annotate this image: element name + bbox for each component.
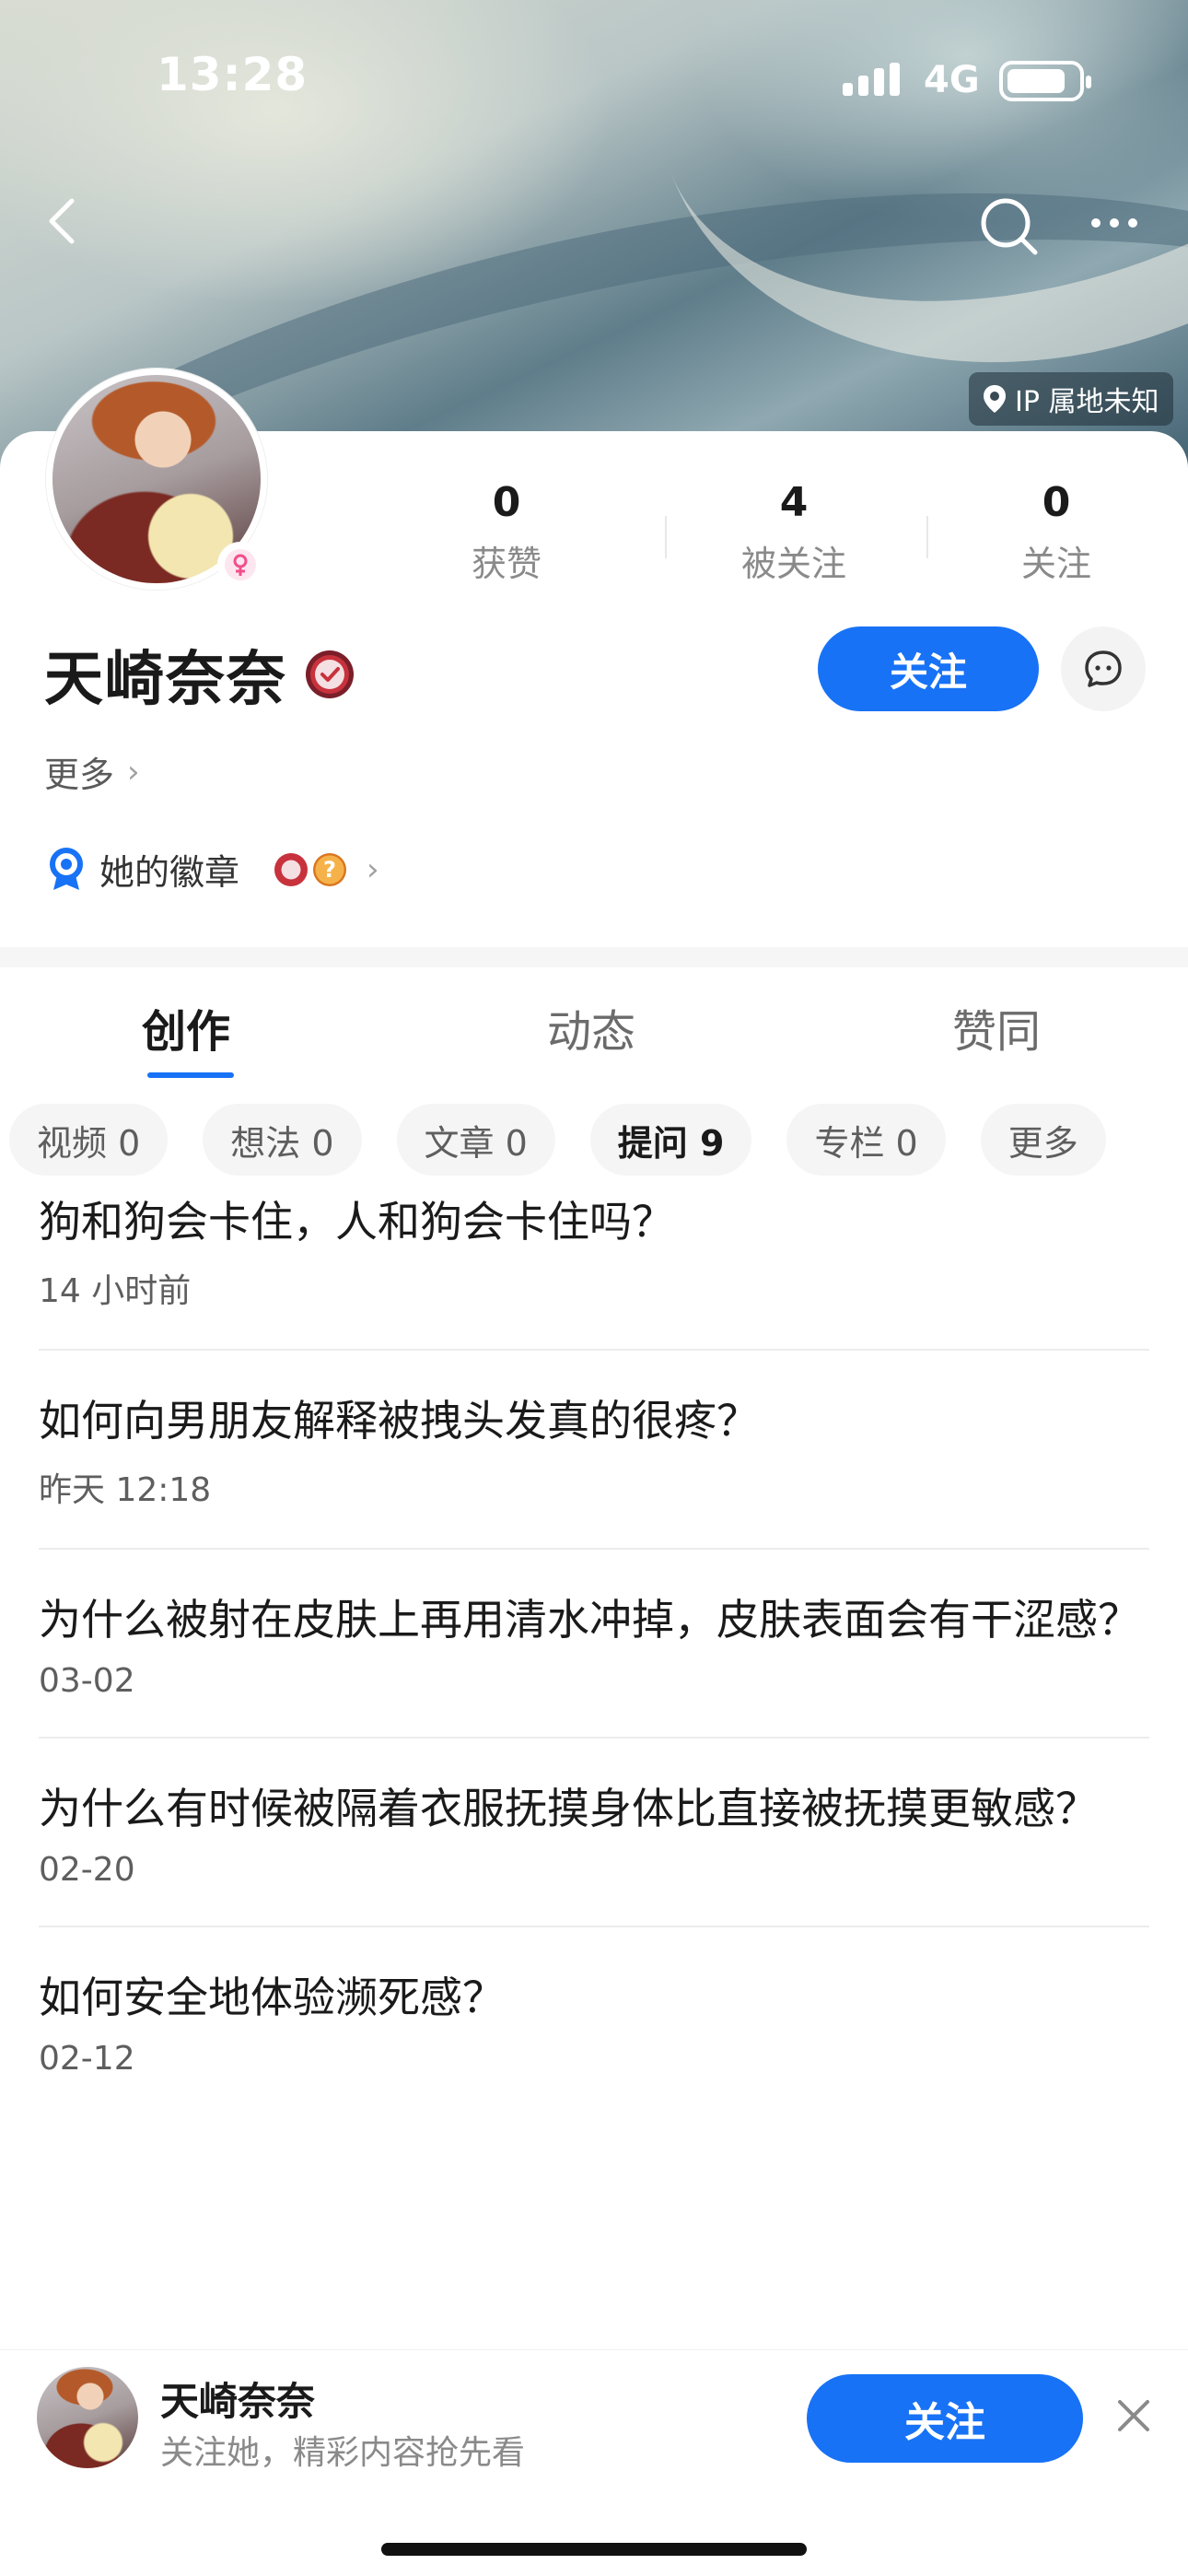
question-list: 狗和狗会卡住，人和狗会卡住吗？ 14 小时前 如何向男朋友解释被拽头发真的很疼？… [39, 1188, 1149, 2151]
active-tab-indicator [147, 1072, 234, 1078]
signal-icon [843, 63, 900, 96]
profile-name: 天崎奈奈 [44, 646, 287, 714]
follow-prompt-subtitle: 关注她，精彩内容抢先看 [160, 2434, 526, 2472]
stat-followers-label: 被关注 [740, 544, 846, 584]
stat-following[interactable]: 0 关注 [955, 479, 1158, 586]
question-title[interactable]: 如何向男朋友解释被拽头发真的很疼？ [39, 1388, 1149, 1454]
status-bar: 13:28 4G [0, 0, 1188, 157]
name-row: 天崎奈奈 [44, 632, 355, 717]
list-item[interactable]: 如何安全地体验濒死感？ 02-12 [39, 1964, 1149, 2114]
network-label: 4G [924, 59, 980, 101]
stat-followers[interactable]: 4 被关注 [693, 479, 895, 586]
chat-icon [1085, 650, 1122, 687]
chevron-right-icon: › [127, 753, 140, 790]
home-indicator[interactable] [381, 2543, 807, 2556]
profile-stats: 0 获赞 4 被关注 0 关注 [405, 479, 1160, 590]
stat-divider [665, 516, 667, 558]
content-filter-chips: 视频 0 想法 0 文章 0 提问 9 专栏 0 更多 [9, 1104, 1106, 1177]
badges-label: 她的徽章 [99, 852, 240, 893]
badges-link[interactable]: 她的徽章 ? › [46, 844, 379, 895]
question-title[interactable]: 狗和狗会卡住，人和狗会卡住吗？ [39, 1188, 1149, 1255]
message-button[interactable] [1061, 626, 1146, 711]
chip-video[interactable]: 视频 0 [9, 1104, 169, 1176]
stat-divider [926, 516, 928, 558]
ip-location-text: IP 属地未知 [1015, 386, 1159, 418]
stat-likes[interactable]: 0 获赞 [405, 479, 608, 586]
chip-thoughts[interactable]: 想法 0 [203, 1104, 362, 1176]
back-icon[interactable] [37, 193, 92, 249]
question-title[interactable]: 如何安全地体验濒死感？ [39, 1964, 1149, 2031]
more-info-link[interactable]: 更多 › [44, 746, 140, 797]
location-pin-icon [984, 385, 1006, 413]
tab-upvotes[interactable]: 赞同 [952, 995, 1041, 1060]
status-time: 13:28 [157, 48, 309, 101]
question-title[interactable]: 为什么被射在皮肤上再用清水冲掉，皮肤表面会有干涩感？ [39, 1587, 1149, 1653]
chip-columns[interactable]: 专栏 0 [786, 1104, 946, 1176]
question-time: 03-02 [39, 1662, 135, 1700]
battery-icon [999, 61, 1091, 101]
verified-badge-icon[interactable] [304, 649, 355, 700]
chip-questions[interactable]: 提问 9 [589, 1104, 752, 1176]
stat-followers-value: 4 [779, 479, 809, 526]
stat-likes-label: 获赞 [471, 544, 542, 584]
question-badge-icon: ? [313, 852, 347, 886]
close-icon[interactable] [1111, 2393, 1157, 2439]
follow-button[interactable]: 关注 [818, 626, 1039, 711]
verified-badge-icon [274, 852, 309, 886]
list-item[interactable]: 为什么有时候被隔着衣服抚摸身体比直接被抚摸更敏感？ 02-20 [39, 1775, 1149, 1927]
ip-location-badge: IP 属地未知 [969, 372, 1174, 426]
stat-following-label: 关注 [1020, 544, 1091, 584]
follow-prompt-button[interactable]: 关注 [807, 2374, 1083, 2463]
list-item[interactable]: 狗和狗会卡住，人和狗会卡住吗？ 14 小时前 [39, 1188, 1149, 1351]
chip-articles[interactable]: 文章 0 [396, 1104, 555, 1176]
tab-activity[interactable]: 动态 [547, 995, 635, 1060]
question-time: 02-20 [39, 1851, 135, 1889]
medal-icon [50, 847, 83, 890]
list-item[interactable]: 为什么被射在皮肤上再用清水冲掉，皮肤表面会有干涩感？ 03-02 [39, 1587, 1149, 1739]
more-info-label: 更多 [44, 755, 115, 795]
question-time: 02-12 [39, 2040, 135, 2078]
avatar[interactable] [37, 2367, 138, 2468]
stat-likes-value: 0 [492, 479, 521, 526]
section-divider [0, 947, 1188, 967]
chip-more[interactable]: 更多 [980, 1104, 1106, 1176]
more-options-icon[interactable] [1087, 195, 1142, 251]
search-icon[interactable] [976, 193, 1041, 258]
question-title[interactable]: 为什么有时候被隔着衣服抚摸身体比直接被抚摸更敏感？ [39, 1775, 1149, 1842]
question-time: 昨天 12:18 [39, 1471, 212, 1509]
female-gender-icon [217, 542, 263, 588]
follow-prompt-name: 天崎奈奈 [160, 2379, 316, 2424]
question-time: 14 小时前 [39, 1272, 192, 1310]
profile-tabs: 创作 动态 赞同 [0, 967, 1188, 1087]
tab-creation[interactable]: 创作 [142, 995, 230, 1060]
list-item[interactable]: 如何向男朋友解释被拽头发真的很疼？ 昨天 12:18 [39, 1388, 1149, 1550]
stat-following-value: 0 [1042, 479, 1071, 526]
chevron-right-icon: › [367, 850, 379, 888]
